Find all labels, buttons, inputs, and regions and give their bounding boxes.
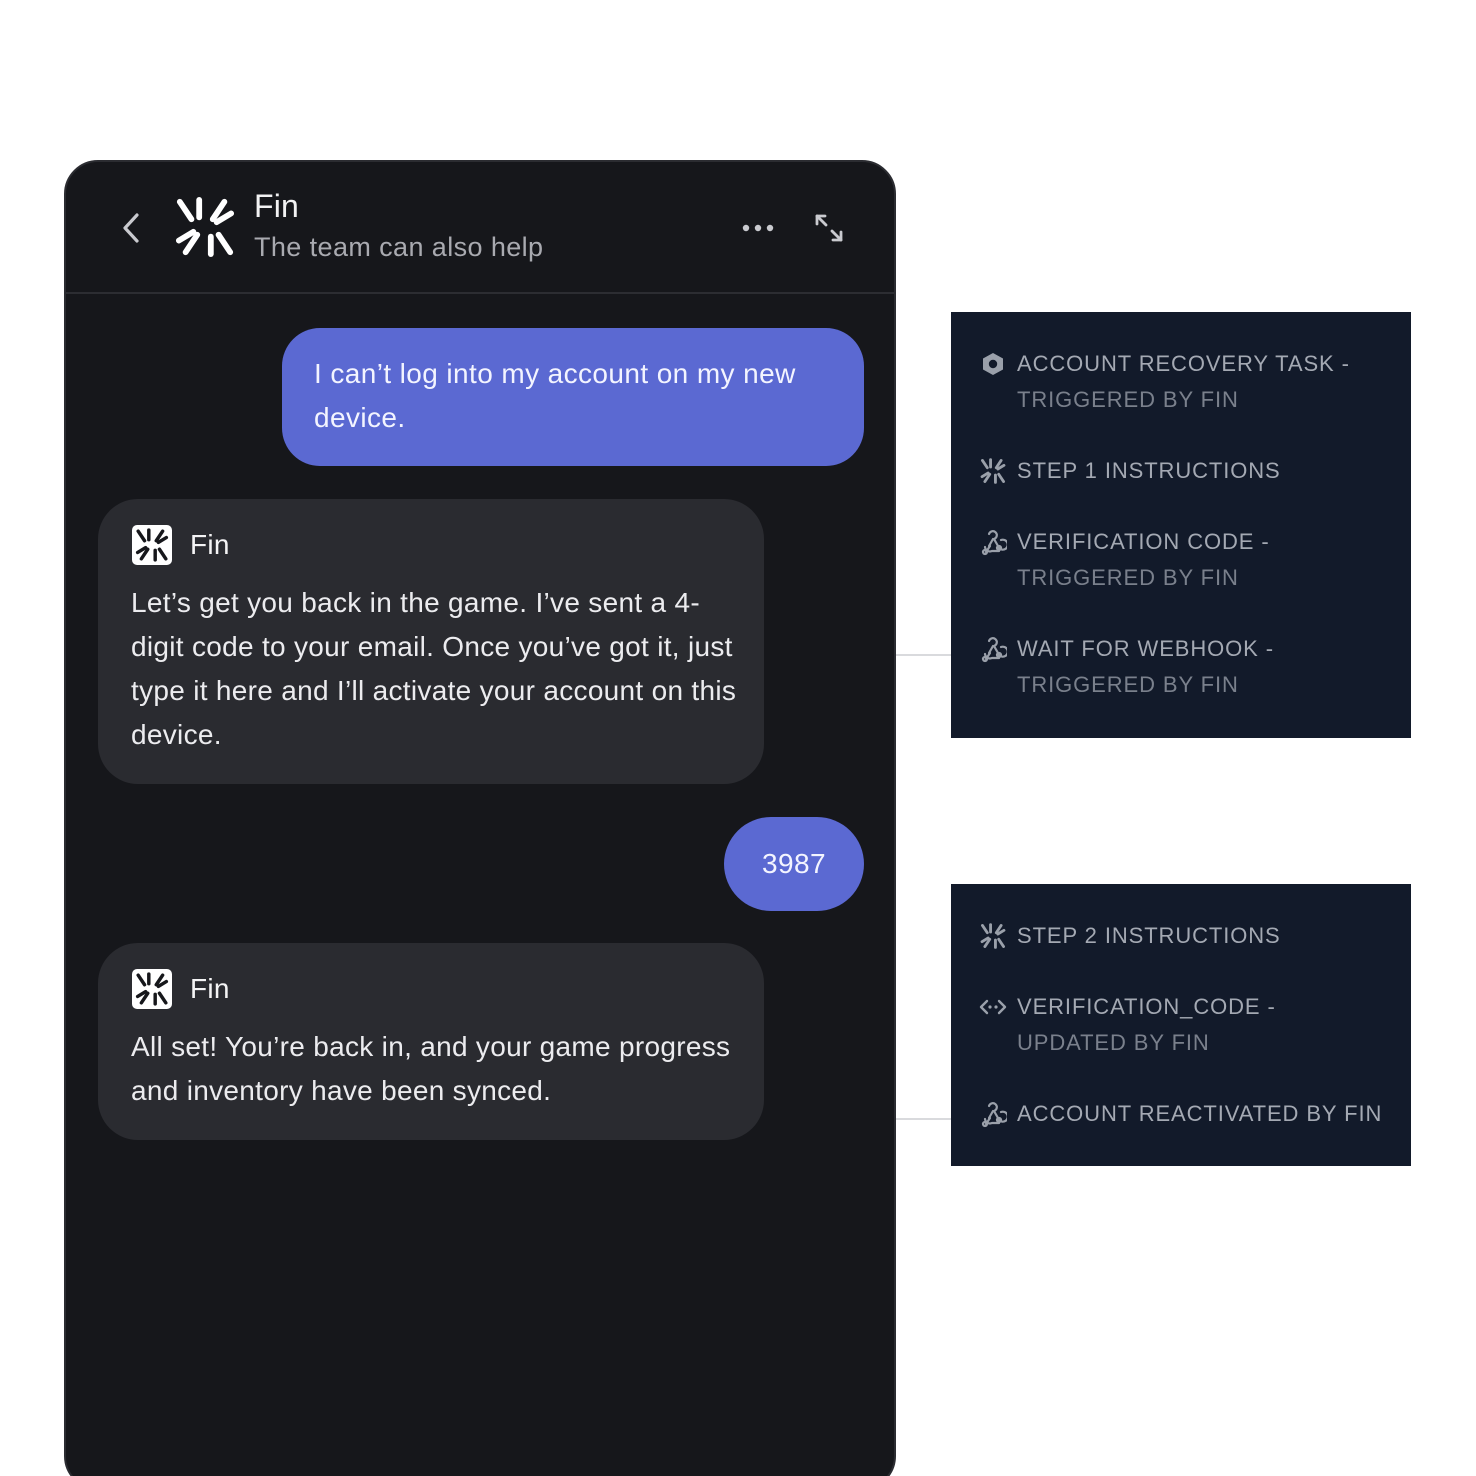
event-subtitle: TRIGGERED BY FIN bbox=[1017, 672, 1239, 697]
event-item: VERIFICATION_CODE - UPDATED BY FIN bbox=[979, 989, 1276, 1061]
connector-line bbox=[896, 1118, 951, 1120]
fin-message-header: Fin bbox=[132, 525, 230, 565]
more-options-button[interactable] bbox=[736, 214, 780, 242]
fin-logo-icon bbox=[979, 922, 1007, 950]
webhook-icon bbox=[979, 1100, 1007, 1128]
fin-message-text: Let’s get you back in the game. I’ve sen… bbox=[131, 587, 737, 750]
expand-icon bbox=[815, 214, 843, 242]
fin-sender-name: Fin bbox=[190, 973, 230, 1004]
fin-message: Fin Let’s get you back in the game. I’ve… bbox=[98, 499, 764, 784]
event-item: STEP 1 INSTRUCTIONS bbox=[979, 453, 1281, 489]
chat-window: Fin The team can also help I can’t log i… bbox=[64, 160, 896, 1476]
fin-message: Fin All set! You’re back in, and your ga… bbox=[98, 943, 764, 1140]
event-item: VERIFICATION CODE - TRIGGERED BY FIN bbox=[979, 524, 1270, 596]
user-message: I can’t log into my account on my new de… bbox=[282, 328, 864, 466]
connector-line bbox=[896, 654, 951, 656]
expand-button[interactable] bbox=[814, 210, 844, 246]
event-item: WAIT FOR WEBHOOK - TRIGGERED BY FIN bbox=[979, 631, 1274, 703]
event-subtitle: TRIGGERED BY FIN bbox=[1017, 387, 1239, 412]
event-title: ACCOUNT RECOVERY TASK - bbox=[1017, 351, 1350, 376]
fin-sender-name: Fin bbox=[190, 529, 230, 560]
header-subtitle: The team can also help bbox=[254, 232, 544, 262]
user-message: 3987 bbox=[724, 817, 864, 911]
fin-message-text: All set! You’re back in, and your game p… bbox=[131, 1031, 731, 1106]
event-title: STEP 2 INSTRUCTIONS bbox=[1017, 923, 1281, 948]
event-title: STEP 1 INSTRUCTIONS bbox=[1017, 458, 1281, 483]
event-subtitle: UPDATED BY FIN bbox=[1017, 1030, 1210, 1055]
fin-logo-icon bbox=[979, 457, 1007, 485]
fin-logo-icon bbox=[175, 196, 235, 258]
more-horizontal-icon bbox=[742, 224, 774, 232]
event-log-panel: STEP 2 INSTRUCTIONS VERIFICATION_CODE - … bbox=[951, 884, 1411, 1166]
webhook-icon bbox=[979, 635, 1007, 663]
event-item: ACCOUNT REACTIVATED BY FIN bbox=[979, 1096, 1382, 1132]
back-button[interactable] bbox=[114, 208, 148, 248]
fin-avatar-icon bbox=[132, 525, 172, 565]
webhook-icon bbox=[979, 528, 1007, 556]
chevron-left-icon bbox=[123, 213, 139, 243]
event-title: ACCOUNT REACTIVATED BY FIN bbox=[1017, 1101, 1383, 1126]
fin-message-header: Fin bbox=[132, 969, 230, 1009]
event-title: VERIFICATION_CODE - bbox=[1017, 994, 1276, 1019]
event-title: WAIT FOR WEBHOOK - bbox=[1017, 636, 1274, 661]
event-title: VERIFICATION CODE - bbox=[1017, 529, 1270, 554]
chat-header: Fin The team can also help bbox=[66, 162, 894, 294]
code-icon bbox=[979, 993, 1007, 1021]
event-subtitle: TRIGGERED BY FIN bbox=[1017, 565, 1239, 590]
hexagon-icon bbox=[979, 350, 1007, 378]
event-item: ACCOUNT RECOVERY TASK - TRIGGERED BY FIN bbox=[979, 346, 1350, 418]
header-title: Fin bbox=[254, 188, 300, 224]
event-log-panel: ACCOUNT RECOVERY TASK - TRIGGERED BY FIN bbox=[951, 312, 1411, 738]
fin-avatar-icon bbox=[132, 969, 172, 1009]
event-item: STEP 2 INSTRUCTIONS bbox=[979, 918, 1281, 954]
